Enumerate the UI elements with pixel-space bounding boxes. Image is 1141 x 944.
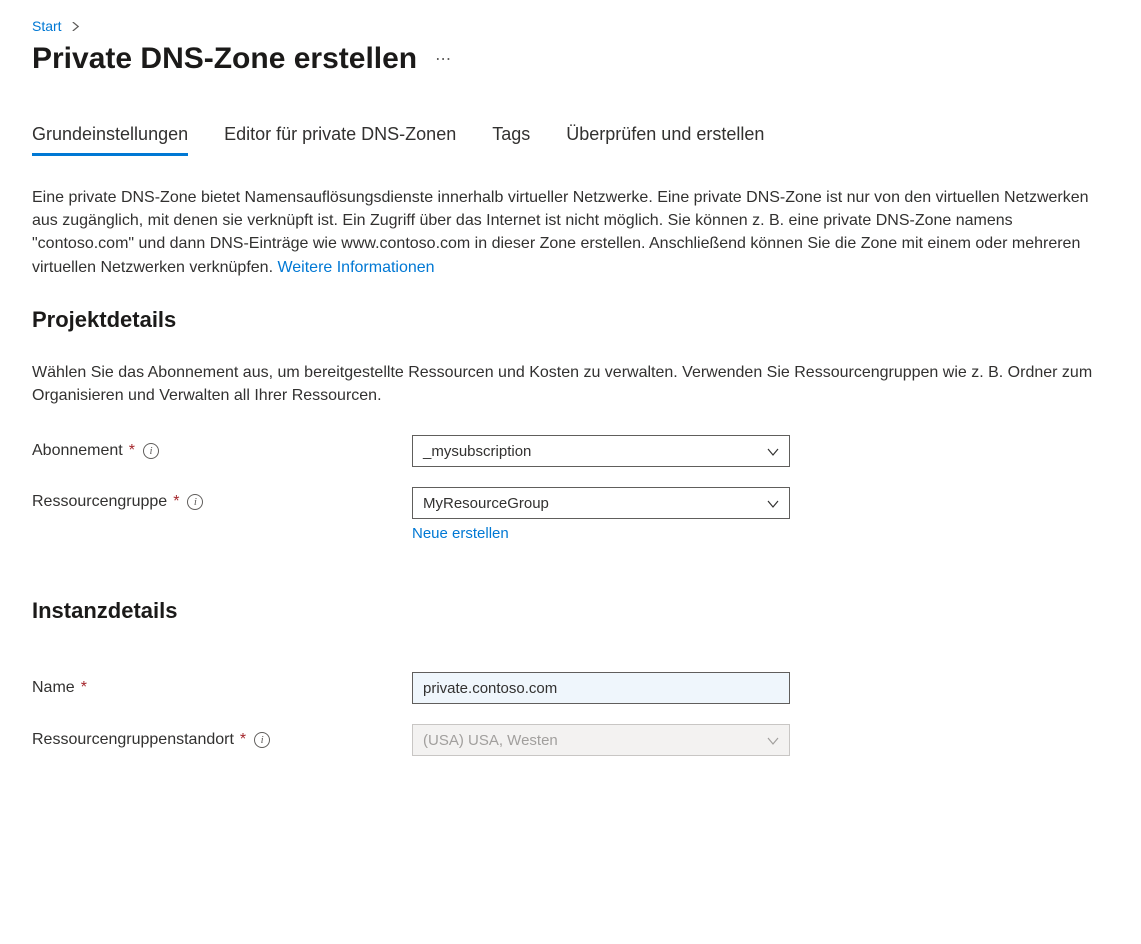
required-marker: * [129, 442, 135, 460]
create-new-link[interactable]: Neue erstellen [412, 525, 509, 542]
intro-text: Eine private DNS-Zone bietet Namensauflö… [32, 189, 1089, 276]
tab-tags[interactable]: Tags [492, 124, 530, 156]
tab-editor[interactable]: Editor für private DNS-Zonen [224, 124, 456, 156]
chevron-down-icon [767, 497, 779, 509]
project-details-heading: Projektdetails [32, 307, 1109, 333]
name-input[interactable]: private.contoso.com [412, 672, 790, 704]
more-info-link[interactable]: Weitere Informationen [277, 259, 434, 276]
required-marker: * [240, 731, 246, 749]
subscription-select[interactable]: _mysubscription [412, 435, 790, 467]
required-marker: * [173, 493, 179, 511]
required-marker: * [81, 679, 87, 697]
info-icon[interactable]: i [254, 732, 270, 748]
chevron-right-icon [71, 20, 80, 34]
resourcegroup-select[interactable]: MyResourceGroup [412, 487, 790, 519]
chevron-down-icon [767, 445, 779, 457]
breadcrumb: Start [32, 18, 1109, 34]
tab-review[interactable]: Überprüfen und erstellen [566, 124, 764, 156]
intro-description: Eine private DNS-Zone bietet Namensauflö… [32, 186, 1102, 279]
name-label: Name* [32, 679, 412, 697]
more-icon[interactable]: ⋯ [435, 49, 452, 69]
location-select: (USA) USA, Westen [412, 724, 790, 756]
name-value: private.contoso.com [423, 680, 557, 697]
breadcrumb-start[interactable]: Start [32, 18, 62, 34]
tabs: Grundeinstellungen Editor für private DN… [32, 124, 1109, 156]
info-icon[interactable]: i [143, 443, 159, 459]
location-value: (USA) USA, Westen [423, 732, 558, 749]
subscription-value: _mysubscription [423, 443, 531, 460]
location-label: Ressourcengruppenstandort* i [32, 731, 412, 749]
chevron-down-icon [767, 734, 779, 746]
resourcegroup-value: MyResourceGroup [423, 495, 549, 512]
instance-details-heading: Instanzdetails [32, 598, 1109, 624]
tab-grundeinstellungen[interactable]: Grundeinstellungen [32, 124, 188, 156]
info-icon[interactable]: i [187, 494, 203, 510]
page-title: Private DNS-Zone erstellen [32, 42, 417, 76]
subscription-label: Abonnement* i [32, 442, 412, 460]
project-details-description: Wählen Sie das Abonnement aus, um bereit… [32, 361, 1102, 407]
resourcegroup-label: Ressourcengruppe* i [32, 487, 412, 511]
